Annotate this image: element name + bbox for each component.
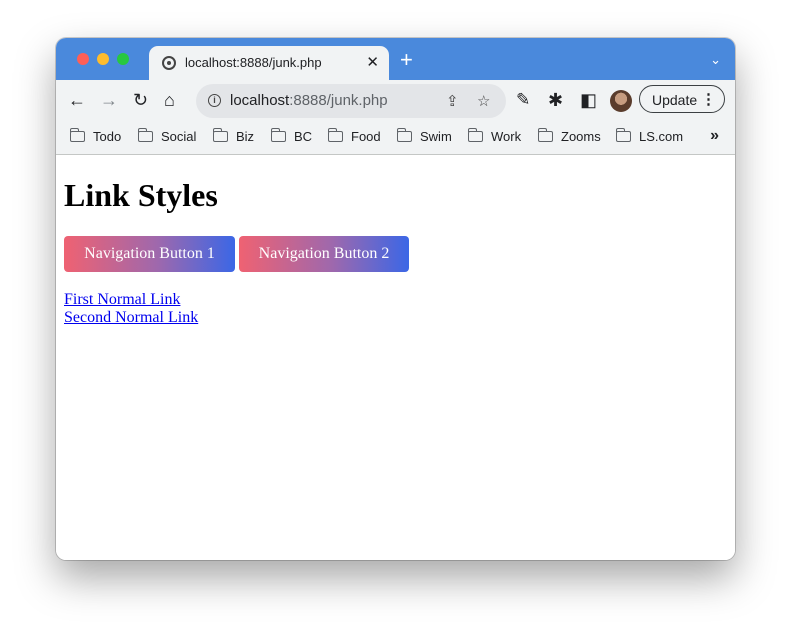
bookmark-folder-food[interactable]: Food: [327, 128, 381, 147]
bookmark-label: Social: [161, 129, 197, 144]
side-panel-icon[interactable]: ◧: [580, 90, 597, 110]
new-tab-button[interactable]: +: [400, 48, 413, 72]
reload-button[interactable]: ↻: [133, 90, 148, 110]
bookmark-folder-lscom[interactable]: LS.com: [615, 128, 684, 147]
bookmarks-overflow-icon[interactable]: »: [710, 127, 719, 145]
update-button[interactable]: Update ⋮: [639, 85, 725, 113]
site-favicon-icon: [162, 56, 176, 70]
bookmark-label: Swim: [420, 129, 452, 144]
bookmark-label: Zooms: [561, 129, 601, 144]
url-host: localhost: [230, 92, 290, 109]
normal-links: First Normal Link Second Normal Link: [64, 291, 198, 327]
browser-window: localhost:8888/junk.php ✕ + ⌄ ← → ↻ ⌂ i …: [56, 38, 735, 560]
url-path: :8888/junk.php: [289, 92, 388, 109]
tab-strip: localhost:8888/junk.php ✕ + ⌄: [56, 38, 735, 80]
update-label: Update: [652, 92, 698, 108]
window-close-button[interactable]: [77, 53, 89, 65]
profile-avatar[interactable]: [610, 90, 632, 112]
bookmark-label: BC: [294, 129, 313, 144]
folder-icon: [270, 128, 286, 142]
eyedropper-extension-icon[interactable]: ✎: [516, 90, 530, 110]
bookmark-folder-social[interactable]: Social: [137, 128, 197, 147]
page-content: Link Styles Navigation Button 1 Navigati…: [56, 155, 735, 560]
bookmark-label: Food: [351, 129, 381, 144]
bookmark-folder-swim[interactable]: Swim: [396, 128, 452, 147]
first-normal-link[interactable]: First Normal Link: [64, 291, 198, 309]
url-text[interactable]: localhost:8888/junk.php: [230, 92, 388, 109]
tab-title: localhost:8888/junk.php: [185, 55, 322, 70]
window-minimize-button[interactable]: [97, 53, 109, 65]
window-maximize-button[interactable]: [117, 53, 129, 65]
page-heading: Link Styles: [64, 177, 218, 213]
navigation-button-2[interactable]: Navigation Button 2: [239, 236, 409, 272]
bookmark-label: LS.com: [639, 129, 684, 144]
folder-icon: [537, 128, 553, 142]
bookmark-star-icon[interactable]: ☆: [477, 92, 490, 110]
folder-icon: [212, 128, 228, 142]
folder-icon: [327, 128, 343, 142]
extensions-puzzle-icon[interactable]: ✱: [548, 90, 563, 110]
folder-icon: [615, 128, 631, 142]
second-normal-link[interactable]: Second Normal Link: [64, 309, 198, 327]
share-icon[interactable]: ⇪: [446, 92, 459, 110]
bookmark-folder-work[interactable]: Work: [467, 128, 522, 147]
navigation-button-1[interactable]: Navigation Button 1: [64, 236, 235, 272]
bookmarks-bar: Todo Social Biz BC Food Swim Work Zooms …: [56, 122, 735, 155]
folder-icon: [69, 128, 85, 142]
home-button[interactable]: ⌂: [164, 90, 175, 110]
address-bar[interactable]: i localhost:8888/junk.php ⇪ ☆: [196, 84, 506, 118]
bookmark-label: Todo: [93, 129, 122, 144]
folder-icon: [396, 128, 412, 142]
kebab-menu-icon: ⋮: [701, 91, 716, 108]
bookmark-folder-todo[interactable]: Todo: [69, 128, 122, 147]
folder-icon: [467, 128, 483, 142]
tab-active[interactable]: localhost:8888/junk.php ✕: [149, 46, 389, 80]
tab-close-icon[interactable]: ✕: [366, 53, 379, 71]
back-button[interactable]: ←: [68, 90, 86, 110]
site-info-icon[interactable]: i: [208, 94, 221, 107]
bookmark-label: Biz: [236, 129, 255, 144]
forward-button[interactable]: →: [100, 90, 118, 110]
folder-icon: [137, 128, 153, 142]
bookmark-folder-bc[interactable]: BC: [270, 128, 313, 147]
bookmark-folder-zooms[interactable]: Zooms: [537, 128, 601, 147]
tab-search-chevron-icon[interactable]: ⌄: [710, 52, 721, 68]
bookmark-folder-biz[interactable]: Biz: [212, 128, 255, 147]
browser-toolbar: ← → ↻ ⌂ i localhost:8888/junk.php ⇪ ☆ ✎ …: [56, 80, 735, 122]
bookmark-label: Work: [491, 129, 522, 144]
